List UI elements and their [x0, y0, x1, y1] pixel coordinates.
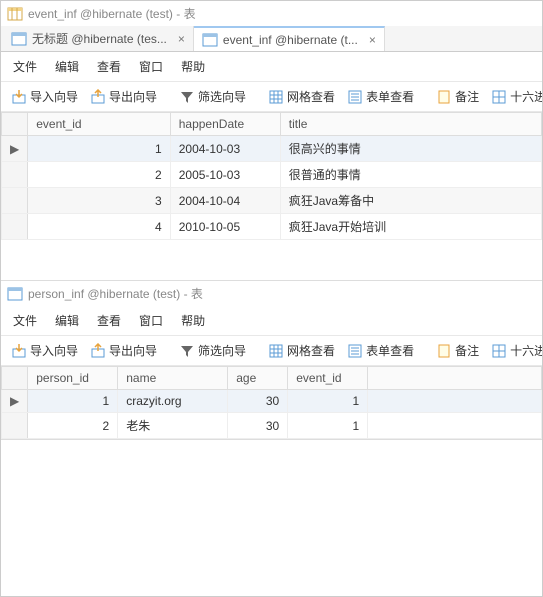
table-icon: [202, 32, 218, 48]
menu-window[interactable]: 窗口: [139, 312, 163, 329]
col-person-id[interactable]: person_id: [28, 367, 118, 390]
col-event-id[interactable]: event_id: [288, 367, 368, 390]
person-table-panel: person_inf @hibernate (test) - 表 文件 编辑 查…: [1, 281, 542, 440]
person-table[interactable]: person_id name age event_id ▶ 1 crazyit.…: [1, 366, 542, 439]
grid-icon: [268, 343, 284, 359]
hex-icon: [491, 89, 507, 105]
form-view-button[interactable]: 表单查看: [343, 86, 418, 107]
hex-button[interactable]: 十六进制: [487, 340, 542, 361]
col-happendate[interactable]: happenDate: [170, 113, 280, 136]
menu-file[interactable]: 文件: [13, 58, 37, 75]
col-empty: [368, 367, 542, 390]
grid-view-button[interactable]: 网格查看: [264, 86, 339, 107]
window-title-bar-2: person_inf @hibernate (test) - 表: [1, 281, 542, 306]
close-icon[interactable]: ×: [172, 32, 185, 46]
window-title-text-2: person_inf @hibernate (test) - 表: [28, 285, 203, 302]
close-icon[interactable]: ×: [363, 33, 376, 47]
table-icon: [7, 6, 23, 22]
filter-icon: [179, 343, 195, 359]
grid-icon: [268, 89, 284, 105]
tab-label: 无标题 @hibernate (tes...: [32, 30, 167, 47]
menu-help[interactable]: 帮助: [181, 58, 205, 75]
event-table-panel: event_inf @hibernate (test) - 表 无标题 @hib…: [1, 1, 542, 281]
window-title-text-1: event_inf @hibernate (test) - 表: [28, 5, 196, 22]
form-view-button[interactable]: 表单查看: [343, 340, 418, 361]
memo-button[interactable]: 备注: [432, 86, 483, 107]
menu-bar-2: 文件 编辑 查看 窗口 帮助: [1, 306, 542, 336]
menu-edit[interactable]: 编辑: [55, 312, 79, 329]
import-icon: [11, 89, 27, 105]
menu-help[interactable]: 帮助: [181, 312, 205, 329]
col-event-id[interactable]: event_id: [28, 113, 171, 136]
filter-icon: [179, 89, 195, 105]
table-row[interactable]: 2 老朱 30 1: [2, 413, 542, 439]
import-wizard-button[interactable]: 导入向导: [7, 86, 82, 107]
filter-wizard-button[interactable]: 筛选向导: [175, 340, 250, 361]
table-row[interactable]: 4 2010-10-05 疯狂Java开始培训: [2, 214, 542, 240]
memo-icon: [436, 89, 452, 105]
toolbar-1: 导入向导 导出向导 筛选向导 网格查看 表单查看 备注 十六进制: [1, 82, 542, 112]
col-name[interactable]: name: [118, 367, 228, 390]
form-icon: [347, 89, 363, 105]
memo-button[interactable]: 备注: [432, 340, 483, 361]
table-row[interactable]: ▶ 1 crazyit.org 30 1: [2, 390, 542, 413]
import-wizard-button[interactable]: 导入向导: [7, 340, 82, 361]
menu-bar-1: 文件 编辑 查看 窗口 帮助: [1, 52, 542, 82]
memo-icon: [436, 343, 452, 359]
menu-view[interactable]: 查看: [97, 312, 121, 329]
tab-strip-1: 无标题 @hibernate (tes... × event_inf @hibe…: [1, 26, 542, 52]
form-icon: [347, 343, 363, 359]
export-wizard-button[interactable]: 导出向导: [86, 340, 161, 361]
export-icon: [90, 89, 106, 105]
table-icon: [11, 31, 27, 47]
menu-file[interactable]: 文件: [13, 312, 37, 329]
row-selector-header: [2, 113, 28, 136]
grid-view-button[interactable]: 网格查看: [264, 340, 339, 361]
empty-area: [1, 240, 542, 280]
toolbar-2: 导入向导 导出向导 筛选向导 网格查看 表单查看 备注 十六进制: [1, 336, 542, 366]
row-pointer-icon: ▶: [2, 390, 28, 413]
hex-icon: [491, 343, 507, 359]
window-title-bar-1: event_inf @hibernate (test) - 表: [1, 1, 542, 26]
event-table[interactable]: event_id happenDate title ▶ 1 2004-10-03…: [1, 112, 542, 240]
tab-label: event_inf @hibernate (t...: [223, 33, 358, 47]
row-pointer-icon: ▶: [2, 136, 28, 162]
export-icon: [90, 343, 106, 359]
filter-wizard-button[interactable]: 筛选向导: [175, 86, 250, 107]
export-wizard-button[interactable]: 导出向导: [86, 86, 161, 107]
tab-event-inf[interactable]: event_inf @hibernate (t... ×: [194, 26, 385, 51]
menu-window[interactable]: 窗口: [139, 58, 163, 75]
tab-untitled[interactable]: 无标题 @hibernate (tes... ×: [3, 26, 194, 51]
table-row[interactable]: ▶ 1 2004-10-03 很高兴的事情: [2, 136, 542, 162]
row-selector-header: [2, 367, 28, 390]
table-icon: [7, 286, 23, 302]
menu-view[interactable]: 查看: [97, 58, 121, 75]
col-title[interactable]: title: [280, 113, 541, 136]
col-age[interactable]: age: [228, 367, 288, 390]
import-icon: [11, 343, 27, 359]
table-row[interactable]: 3 2004-10-04 疯狂Java筹备中: [2, 188, 542, 214]
table-row[interactable]: 2 2005-10-03 很普通的事情: [2, 162, 542, 188]
menu-edit[interactable]: 编辑: [55, 58, 79, 75]
hex-button[interactable]: 十六进制: [487, 86, 542, 107]
